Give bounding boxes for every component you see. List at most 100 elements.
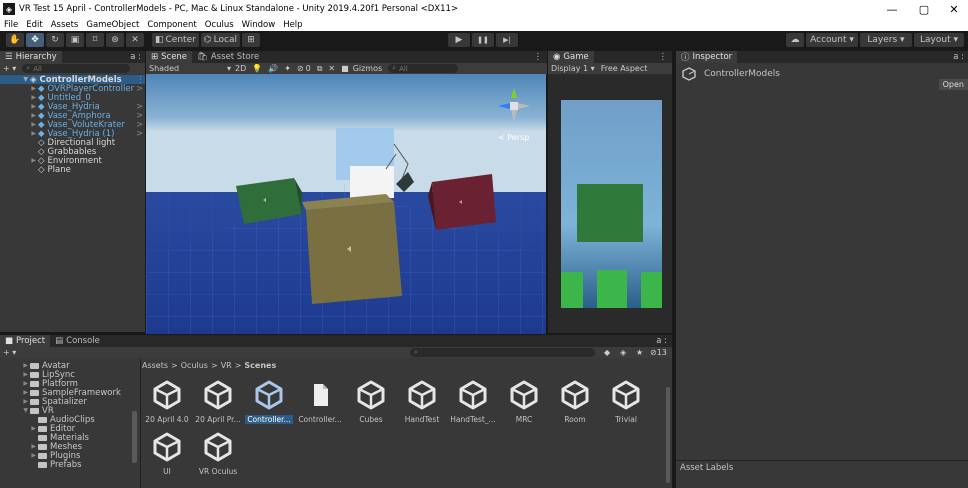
chevron-right-icon[interactable]: ▶ (0, 103, 38, 110)
tab-project[interactable]: ■ Project (0, 335, 51, 347)
hidden-objects-icon[interactable]: ⊘ (297, 64, 304, 73)
breadcrumb-item-scenes[interactable]: Scenes (244, 361, 276, 370)
hierarchy-item[interactable]: ◇ Plane (0, 165, 145, 175)
tab-asset-store[interactable]: 🛍 Asset Store (192, 51, 264, 63)
inspector-lock-icon[interactable]: a : (953, 52, 964, 62)
asset-grid-scrollbar[interactable] (666, 387, 670, 483)
project-search-input[interactable]: ⌕ (410, 348, 595, 357)
hierarchy-add-button[interactable]: + ▾ (3, 64, 16, 73)
custom-tool-button[interactable]: ✕ (126, 33, 144, 47)
chevron-right-icon[interactable]: ▶ (0, 94, 38, 101)
asset-item[interactable]: Cubes (346, 379, 396, 426)
scale-tool-button[interactable]: ▣ (66, 33, 84, 47)
folder-expander[interactable]: ▶ (0, 443, 38, 450)
asset-item[interactable]: Controller... (244, 379, 294, 426)
filter-type-icon[interactable]: ◆ (604, 348, 610, 357)
layers-dropdown[interactable]: Layers ▾ (860, 33, 912, 47)
audio-toggle-icon[interactable]: 🔊 (268, 64, 278, 73)
move-tool-button[interactable]: ✥ (26, 33, 44, 47)
chevron-right-icon[interactable]: ▶ (0, 85, 38, 92)
scene-menu-icon[interactable]: ⋮ (534, 52, 543, 62)
chevron-down-icon[interactable]: ▼ (0, 76, 30, 83)
folder-expander[interactable]: ▶ (0, 380, 30, 387)
play-button[interactable]: ▶ (448, 33, 470, 47)
camera-settings-icon[interactable]: ⧉ (317, 64, 323, 74)
menu-edit[interactable]: Edit (22, 20, 46, 30)
lighting-toggle-icon[interactable]: 💡 (252, 64, 262, 73)
pivot-center-button[interactable]: ◧ Center (152, 33, 199, 47)
rotate-tool-button[interactable]: ↻ (46, 33, 64, 47)
project-lock-icon[interactable]: a : (656, 336, 667, 346)
pivot-local-button[interactable]: ⌬ Local (200, 33, 240, 47)
game-menu-icon[interactable]: ⋮ (659, 52, 668, 62)
aspect-dropdown[interactable]: Free Aspect (601, 64, 648, 73)
folder-expander[interactable]: ▶ (0, 425, 38, 432)
breadcrumb-item-oculus[interactable]: Oculus (181, 361, 208, 370)
hierarchy-search-input[interactable]: ⌕ All (22, 64, 131, 73)
hierarchy-item-more[interactable]: > (136, 129, 143, 139)
close-button[interactable]: ✕ (940, 0, 968, 18)
transform-tool-button[interactable]: ⊛ (106, 33, 124, 47)
folder-expander[interactable]: ▼ (0, 407, 30, 414)
tools-toggle-icon[interactable]: ✕ (328, 64, 335, 73)
gizmos-dropdown[interactable]: Gizmos (353, 64, 382, 73)
asset-item[interactable]: MRC (499, 379, 549, 426)
minimize-button[interactable]: — (878, 0, 906, 18)
grid-snap-button[interactable]: ⊞ (242, 33, 260, 47)
folder-expander[interactable]: ▶ (0, 362, 30, 369)
menu-oculus[interactable]: Oculus (201, 20, 238, 30)
asset-item[interactable]: 20 April Pr... (193, 379, 243, 426)
account-dropdown[interactable]: Account ▾ (806, 33, 858, 47)
menu-component[interactable]: Component (143, 20, 200, 30)
game-viewport[interactable] (561, 100, 662, 308)
shading-mode-dropdown[interactable]: Shaded (149, 64, 227, 73)
menu-window[interactable]: Window (238, 20, 280, 30)
asset-item[interactable]: Room (550, 379, 600, 426)
hand-tool-button[interactable]: ✋ (6, 33, 24, 47)
chevron-right-icon[interactable]: ▶ (0, 130, 38, 137)
menu-assets[interactable]: Assets (47, 20, 83, 30)
filter-label-icon[interactable]: ◈ (620, 348, 626, 357)
asset-item[interactable]: Controller... (295, 379, 345, 426)
asset-item[interactable]: HandTest (397, 379, 447, 426)
chevron-right-icon[interactable]: ▶ (0, 121, 38, 128)
folder-tree-scrollbar[interactable] (132, 411, 137, 463)
menu-help[interactable]: Help (279, 20, 306, 30)
breadcrumb-item-vr[interactable]: VR (221, 361, 232, 370)
tab-inspector[interactable]: ⓘ Inspector (676, 51, 738, 63)
breadcrumb-item-assets[interactable]: Assets (142, 361, 168, 370)
asset-item[interactable]: Trivial (601, 379, 651, 426)
project-add-button[interactable]: + ▾ (3, 348, 16, 357)
2d-toggle[interactable]: 2D (235, 64, 246, 73)
folder-expander[interactable]: ▶ (0, 398, 30, 405)
maximize-button[interactable]: ▢ (910, 0, 938, 18)
tab-scene[interactable]: ⊞ Scene (146, 51, 193, 63)
asset-item[interactable]: HandTest_... (448, 379, 498, 426)
hierarchy-item-more[interactable]: > (136, 84, 143, 94)
folder-item[interactable]: AudioClips (0, 415, 95, 425)
folder-item[interactable]: ▼ VR (0, 406, 53, 416)
hierarchy-lock-icon[interactable]: a : (130, 52, 141, 62)
rect-tool-button[interactable]: ⌑ (86, 33, 104, 47)
folder-expander[interactable]: ▶ (0, 389, 30, 396)
tab-hierarchy[interactable]: ☰ Hierarchy (0, 51, 62, 63)
display-dropdown[interactable]: Display 1 ▾ (551, 64, 595, 73)
hierarchy-item[interactable]: ▶ ◇ Environment (0, 156, 145, 166)
expander[interactable]: ▶ (0, 157, 38, 164)
render-toggle-icon[interactable]: ■ (341, 64, 349, 73)
effects-toggle-icon[interactable]: ✦ (284, 64, 291, 73)
tab-console[interactable]: ▤ Console (50, 335, 105, 347)
chevron-right-icon[interactable]: ▶ (0, 112, 38, 119)
pause-button[interactable]: ❚❚ (472, 33, 494, 47)
asset-item[interactable]: VR Oculus (193, 431, 243, 478)
asset-item[interactable]: UI (142, 431, 192, 478)
favorite-icon[interactable]: ★ (636, 348, 643, 357)
scene-viewport[interactable]: < Persp (146, 74, 546, 334)
open-button[interactable]: Open (938, 79, 968, 90)
menu-gameobject[interactable]: GameObject (82, 20, 143, 30)
folder-item[interactable]: Prefabs (0, 460, 82, 470)
asset-item[interactable]: 20 April 4.0 (142, 379, 192, 426)
menu-file[interactable]: File (0, 20, 22, 30)
scene-search-input[interactable]: ⌕ All (388, 64, 459, 73)
layout-dropdown[interactable]: Layout ▾ (914, 33, 964, 47)
